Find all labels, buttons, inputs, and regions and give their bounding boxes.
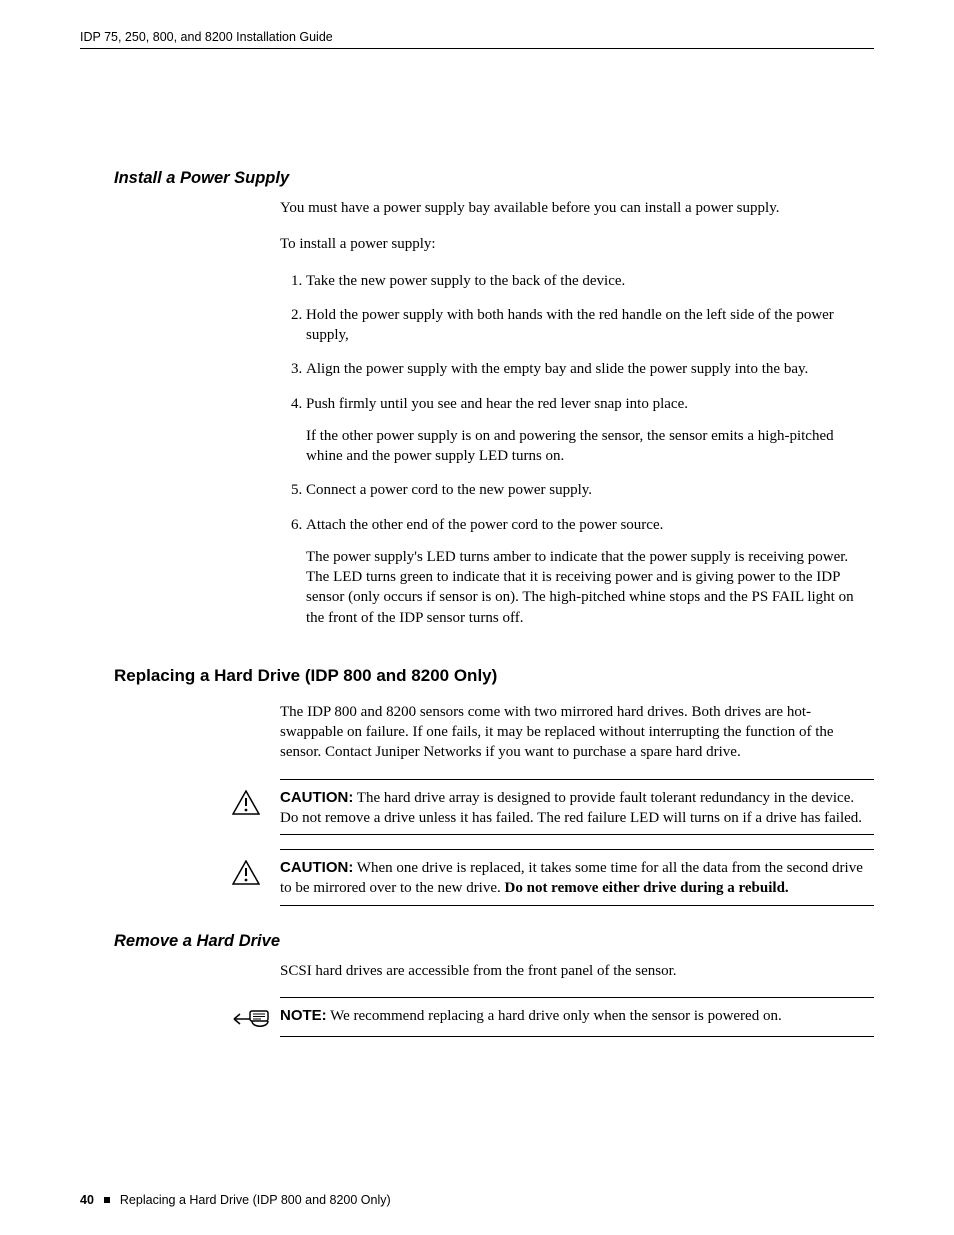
caution-icon: [232, 788, 280, 816]
callout-emphasis: Do not remove either drive during a rebu…: [505, 880, 789, 896]
step-text: Hold the power supply with both hands wi…: [306, 307, 834, 343]
heading-replacing-hard-drive: Replacing a Hard Drive (IDP 800 and 8200…: [114, 666, 874, 686]
caution-icon: [232, 858, 280, 886]
page: IDP 75, 250, 800, and 8200 Installation …: [0, 0, 954, 1235]
callout-text: CAUTION: When one drive is replaced, it …: [280, 858, 874, 899]
page-number: 40: [80, 1193, 94, 1207]
step-text: Attach the other end of the power cord t…: [306, 517, 663, 533]
paragraph: To install a power supply:: [280, 234, 874, 254]
footer-bullet-icon: [104, 1197, 110, 1203]
callout-label: NOTE:: [280, 1007, 327, 1024]
callout-body: The hard drive array is designed to prov…: [280, 790, 862, 826]
ordered-list-steps: Take the new power supply to the back of…: [280, 271, 874, 628]
heading-install-power-supply: Install a Power Supply: [114, 169, 874, 188]
note-callout: NOTE: We recommend replacing a hard driv…: [280, 997, 874, 1037]
callout-label: CAUTION:: [280, 859, 353, 876]
callout-text: NOTE: We recommend replacing a hard driv…: [280, 1006, 874, 1026]
step-item: Attach the other end of the power cord t…: [306, 515, 874, 628]
step-item: Take the new power supply to the back of…: [306, 271, 874, 291]
paragraph: The IDP 800 and 8200 sensors come with t…: [280, 702, 874, 763]
callout-label: CAUTION:: [280, 789, 353, 806]
caution-callout: CAUTION: The hard drive array is designe…: [280, 779, 874, 836]
heading-remove-hard-drive: Remove a Hard Drive: [114, 932, 874, 951]
step-item: Hold the power supply with both hands wi…: [306, 305, 874, 346]
callout-rule: [280, 834, 874, 835]
note-icon: [232, 1006, 280, 1030]
running-header: IDP 75, 250, 800, and 8200 Installation …: [80, 30, 874, 44]
callout-rule: [280, 1036, 874, 1037]
caution-callout: CAUTION: When one drive is replaced, it …: [280, 849, 874, 906]
paragraph: SCSI hard drives are accessible from the…: [280, 961, 874, 981]
step-item: Align the power supply with the empty ba…: [306, 359, 874, 379]
step-item: Connect a power cord to the new power su…: [306, 480, 874, 500]
step-text: Take the new power supply to the back of…: [306, 273, 625, 289]
step-text: Push firmly until you see and hear the r…: [306, 396, 688, 412]
step-followup: The power supply's LED turns amber to in…: [306, 547, 874, 628]
body-block: You must have a power supply bay availab…: [280, 198, 874, 255]
callout-text: CAUTION: The hard drive array is designe…: [280, 788, 874, 829]
footer: 40 Replacing a Hard Drive (IDP 800 and 8…: [80, 1193, 391, 1207]
callout-body: We recommend replacing a hard drive only…: [327, 1008, 782, 1024]
callout-rule: [280, 905, 874, 906]
step-text: Align the power supply with the empty ba…: [306, 361, 808, 377]
header-rule: [80, 48, 874, 49]
step-item: Push firmly until you see and hear the r…: [306, 394, 874, 467]
paragraph: You must have a power supply bay availab…: [280, 198, 874, 218]
step-followup: If the other power supply is on and powe…: [306, 426, 874, 467]
step-text: Connect a power cord to the new power su…: [306, 482, 592, 498]
footer-section: Replacing a Hard Drive (IDP 800 and 8200…: [120, 1193, 391, 1207]
body-block: The IDP 800 and 8200 sensors come with t…: [280, 702, 874, 763]
body-block: SCSI hard drives are accessible from the…: [280, 961, 874, 981]
